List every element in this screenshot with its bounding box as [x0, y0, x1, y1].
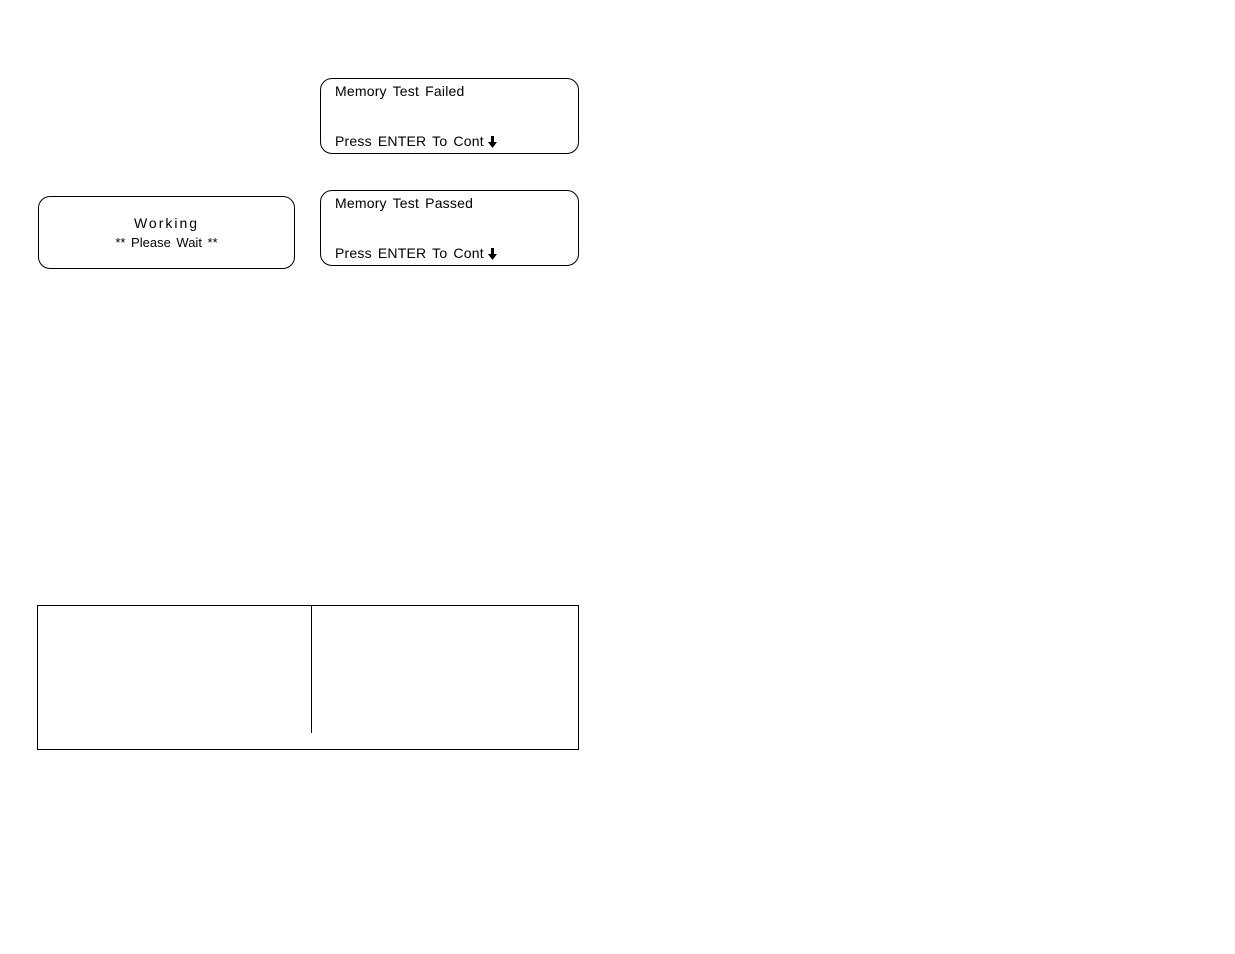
lcd-memory-passed-prompt-text: Press ENTER To Cont: [335, 245, 484, 261]
empty-table: [37, 605, 579, 750]
down-arrow-icon: [488, 246, 497, 260]
lcd-memory-failed-title: Memory Test Failed: [335, 83, 465, 99]
down-arrow-icon: [488, 134, 497, 148]
lcd-memory-passed-content: Memory Test Passed Press ENTER To Cont: [321, 191, 578, 265]
lcd-memory-passed-prompt: Press ENTER To Cont: [335, 245, 497, 261]
lcd-working: Working ** Please Wait **: [38, 196, 295, 269]
lcd-memory-passed: Memory Test Passed Press ENTER To Cont: [320, 190, 579, 266]
lcd-memory-failed-content: Memory Test Failed Press ENTER To Cont: [321, 79, 578, 153]
lcd-memory-passed-title: Memory Test Passed: [335, 195, 473, 211]
table-divider: [311, 606, 312, 733]
lcd-working-line1: Working: [134, 215, 199, 231]
lcd-memory-failed: Memory Test Failed Press ENTER To Cont: [320, 78, 579, 154]
lcd-memory-failed-prompt: Press ENTER To Cont: [335, 133, 497, 149]
lcd-memory-failed-prompt-text: Press ENTER To Cont: [335, 133, 484, 149]
lcd-working-content: Working ** Please Wait **: [39, 197, 294, 268]
lcd-working-line2: ** Please Wait **: [115, 235, 217, 250]
